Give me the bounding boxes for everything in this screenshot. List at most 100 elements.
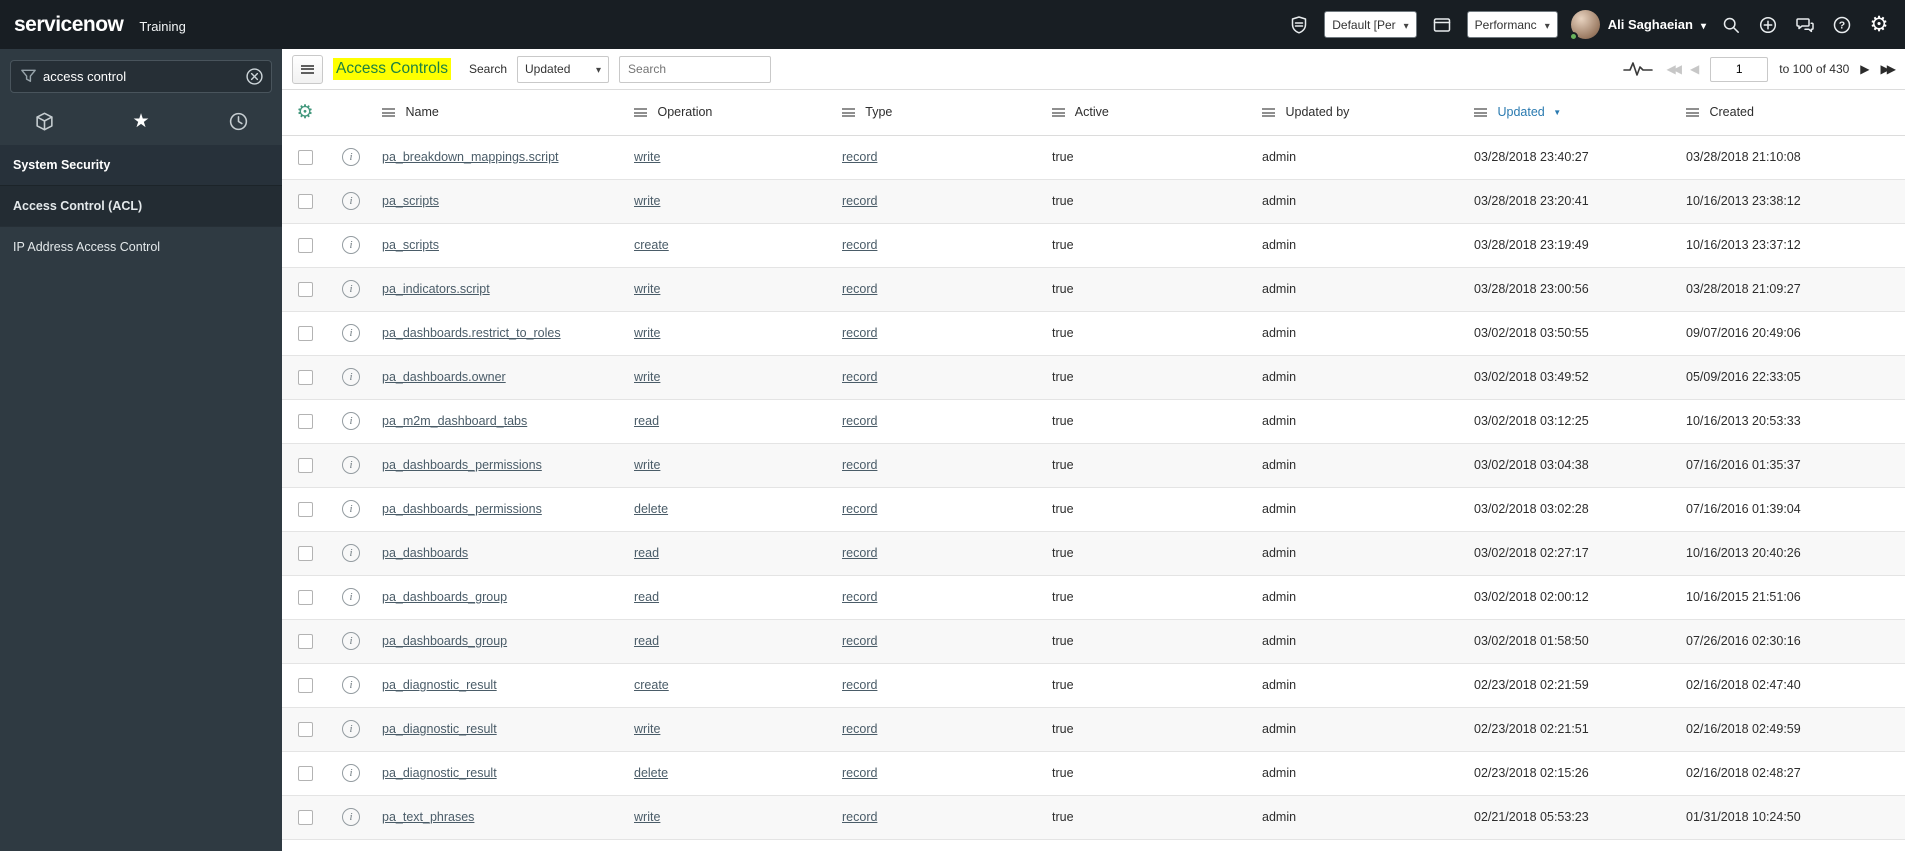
record-name-link[interactable]: pa_diagnostic_result — [382, 678, 497, 692]
settings-gear-icon[interactable] — [1867, 13, 1891, 37]
row-checkbox[interactable] — [297, 765, 313, 781]
column-header-created[interactable]: Created — [1678, 90, 1905, 136]
column-header-operation[interactable]: Operation — [626, 90, 834, 136]
column-menu-icon[interactable] — [842, 108, 855, 118]
column-menu-icon[interactable] — [1686, 108, 1699, 118]
tab-history-clock-icon[interactable] — [226, 109, 250, 133]
row-checkbox[interactable] — [297, 457, 313, 473]
operation-link[interactable]: write — [634, 458, 660, 472]
row-checkbox[interactable] — [297, 413, 313, 429]
info-icon[interactable] — [342, 544, 360, 562]
operation-link[interactable]: delete — [634, 502, 668, 516]
record-name-link[interactable]: pa_dashboards_permissions — [382, 458, 542, 472]
nav-item-ip-address-access-control[interactable]: IP Address Access Control — [0, 226, 282, 267]
row-checkbox[interactable] — [297, 193, 313, 209]
column-header-updated[interactable]: Updated — [1466, 90, 1678, 136]
operation-link[interactable]: write — [634, 370, 660, 384]
type-link[interactable]: record — [842, 370, 877, 384]
info-icon[interactable] — [342, 808, 360, 826]
record-name-link[interactable]: pa_dashboards_group — [382, 590, 507, 604]
info-icon[interactable] — [342, 412, 360, 430]
row-checkbox[interactable] — [297, 281, 313, 297]
operation-link[interactable]: delete — [634, 766, 668, 780]
operation-link[interactable]: read — [634, 590, 659, 604]
operation-link[interactable]: create — [634, 238, 669, 252]
info-icon[interactable] — [342, 148, 360, 166]
info-icon[interactable] — [342, 500, 360, 518]
record-name-link[interactable]: pa_dashboards — [382, 546, 468, 560]
record-name-link[interactable]: pa_scripts — [382, 238, 439, 252]
info-icon[interactable] — [342, 368, 360, 386]
list-search-input[interactable] — [619, 55, 772, 83]
record-name-link[interactable]: pa_dashboards.owner — [382, 370, 506, 384]
form-window-icon[interactable] — [1430, 13, 1454, 37]
operation-link[interactable]: write — [634, 194, 660, 208]
plus-circle-icon[interactable] — [1756, 13, 1780, 37]
type-link[interactable]: record — [842, 150, 877, 164]
column-header-updated-by[interactable]: Updated by — [1254, 90, 1466, 136]
previous-page-button[interactable] — [1690, 63, 1699, 75]
record-name-link[interactable]: pa_indicators.script — [382, 282, 490, 296]
type-link[interactable]: record — [842, 766, 877, 780]
record-name-link[interactable]: pa_diagnostic_result — [382, 722, 497, 736]
column-menu-icon[interactable] — [1262, 108, 1275, 118]
info-icon[interactable] — [342, 588, 360, 606]
nav-item-access-control-acl[interactable]: Access Control (ACL) — [0, 185, 282, 226]
update-set-picker[interactable]: Default [Per — [1324, 11, 1417, 38]
row-checkbox[interactable] — [297, 325, 313, 341]
column-menu-icon[interactable] — [634, 108, 647, 118]
operation-link[interactable]: read — [634, 546, 659, 560]
column-header-active[interactable]: Active — [1044, 90, 1254, 136]
type-link[interactable]: record — [842, 678, 877, 692]
type-link[interactable]: record — [842, 502, 877, 516]
type-link[interactable]: record — [842, 194, 877, 208]
page-number-input[interactable] — [1710, 56, 1769, 82]
servicenow-logo[interactable]: servicenow — [14, 13, 124, 37]
column-header-name[interactable]: Name — [374, 90, 626, 136]
row-checkbox[interactable] — [297, 545, 313, 561]
operation-link[interactable]: write — [634, 282, 660, 296]
search-field-select[interactable]: Updated — [517, 55, 610, 83]
type-link[interactable]: record — [842, 414, 877, 428]
type-link[interactable]: record — [842, 722, 877, 736]
type-link[interactable]: record — [842, 546, 877, 560]
row-checkbox[interactable] — [297, 721, 313, 737]
record-name-link[interactable]: pa_diagnostic_result — [382, 766, 497, 780]
list-context-menu-button[interactable] — [292, 54, 323, 84]
first-page-button[interactable] — [1667, 63, 1679, 75]
row-checkbox[interactable] — [297, 633, 313, 649]
type-link[interactable]: record — [842, 458, 877, 472]
operation-link[interactable]: create — [634, 678, 669, 692]
analytics-sparkline-icon[interactable] — [1622, 60, 1653, 78]
last-page-button[interactable] — [1881, 63, 1893, 75]
help-icon[interactable]: ? — [1830, 13, 1854, 37]
record-name-link[interactable]: pa_m2m_dashboard_tabs — [382, 414, 527, 428]
record-name-link[interactable]: pa_scripts — [382, 194, 439, 208]
row-checkbox[interactable] — [297, 589, 313, 605]
tab-favorites-star-icon[interactable] — [129, 109, 153, 133]
type-link[interactable]: record — [842, 282, 877, 296]
column-menu-icon[interactable] — [1474, 108, 1487, 118]
row-checkbox[interactable] — [297, 677, 313, 693]
application-picker[interactable]: Performanc — [1466, 11, 1558, 38]
info-icon[interactable] — [342, 192, 360, 210]
operation-link[interactable]: write — [634, 810, 660, 824]
info-icon[interactable] — [342, 632, 360, 650]
row-checkbox[interactable] — [297, 369, 313, 385]
info-icon[interactable] — [342, 456, 360, 474]
info-icon[interactable] — [342, 676, 360, 694]
column-menu-icon[interactable] — [382, 108, 395, 118]
record-name-link[interactable]: pa_breakdown_mappings.script — [382, 150, 559, 164]
navigator-filter-input[interactable] — [10, 60, 272, 93]
row-checkbox[interactable] — [297, 809, 313, 825]
operation-link[interactable]: write — [634, 326, 660, 340]
row-checkbox[interactable] — [297, 501, 313, 517]
operation-link[interactable]: read — [634, 634, 659, 648]
type-link[interactable]: record — [842, 238, 877, 252]
type-link[interactable]: record — [842, 634, 877, 648]
column-menu-icon[interactable] — [1052, 108, 1065, 118]
info-icon[interactable] — [342, 324, 360, 342]
info-icon[interactable] — [342, 236, 360, 254]
personalize-list-gear-icon[interactable] — [296, 107, 313, 121]
nav-section-system-security[interactable]: System Security — [0, 145, 282, 185]
